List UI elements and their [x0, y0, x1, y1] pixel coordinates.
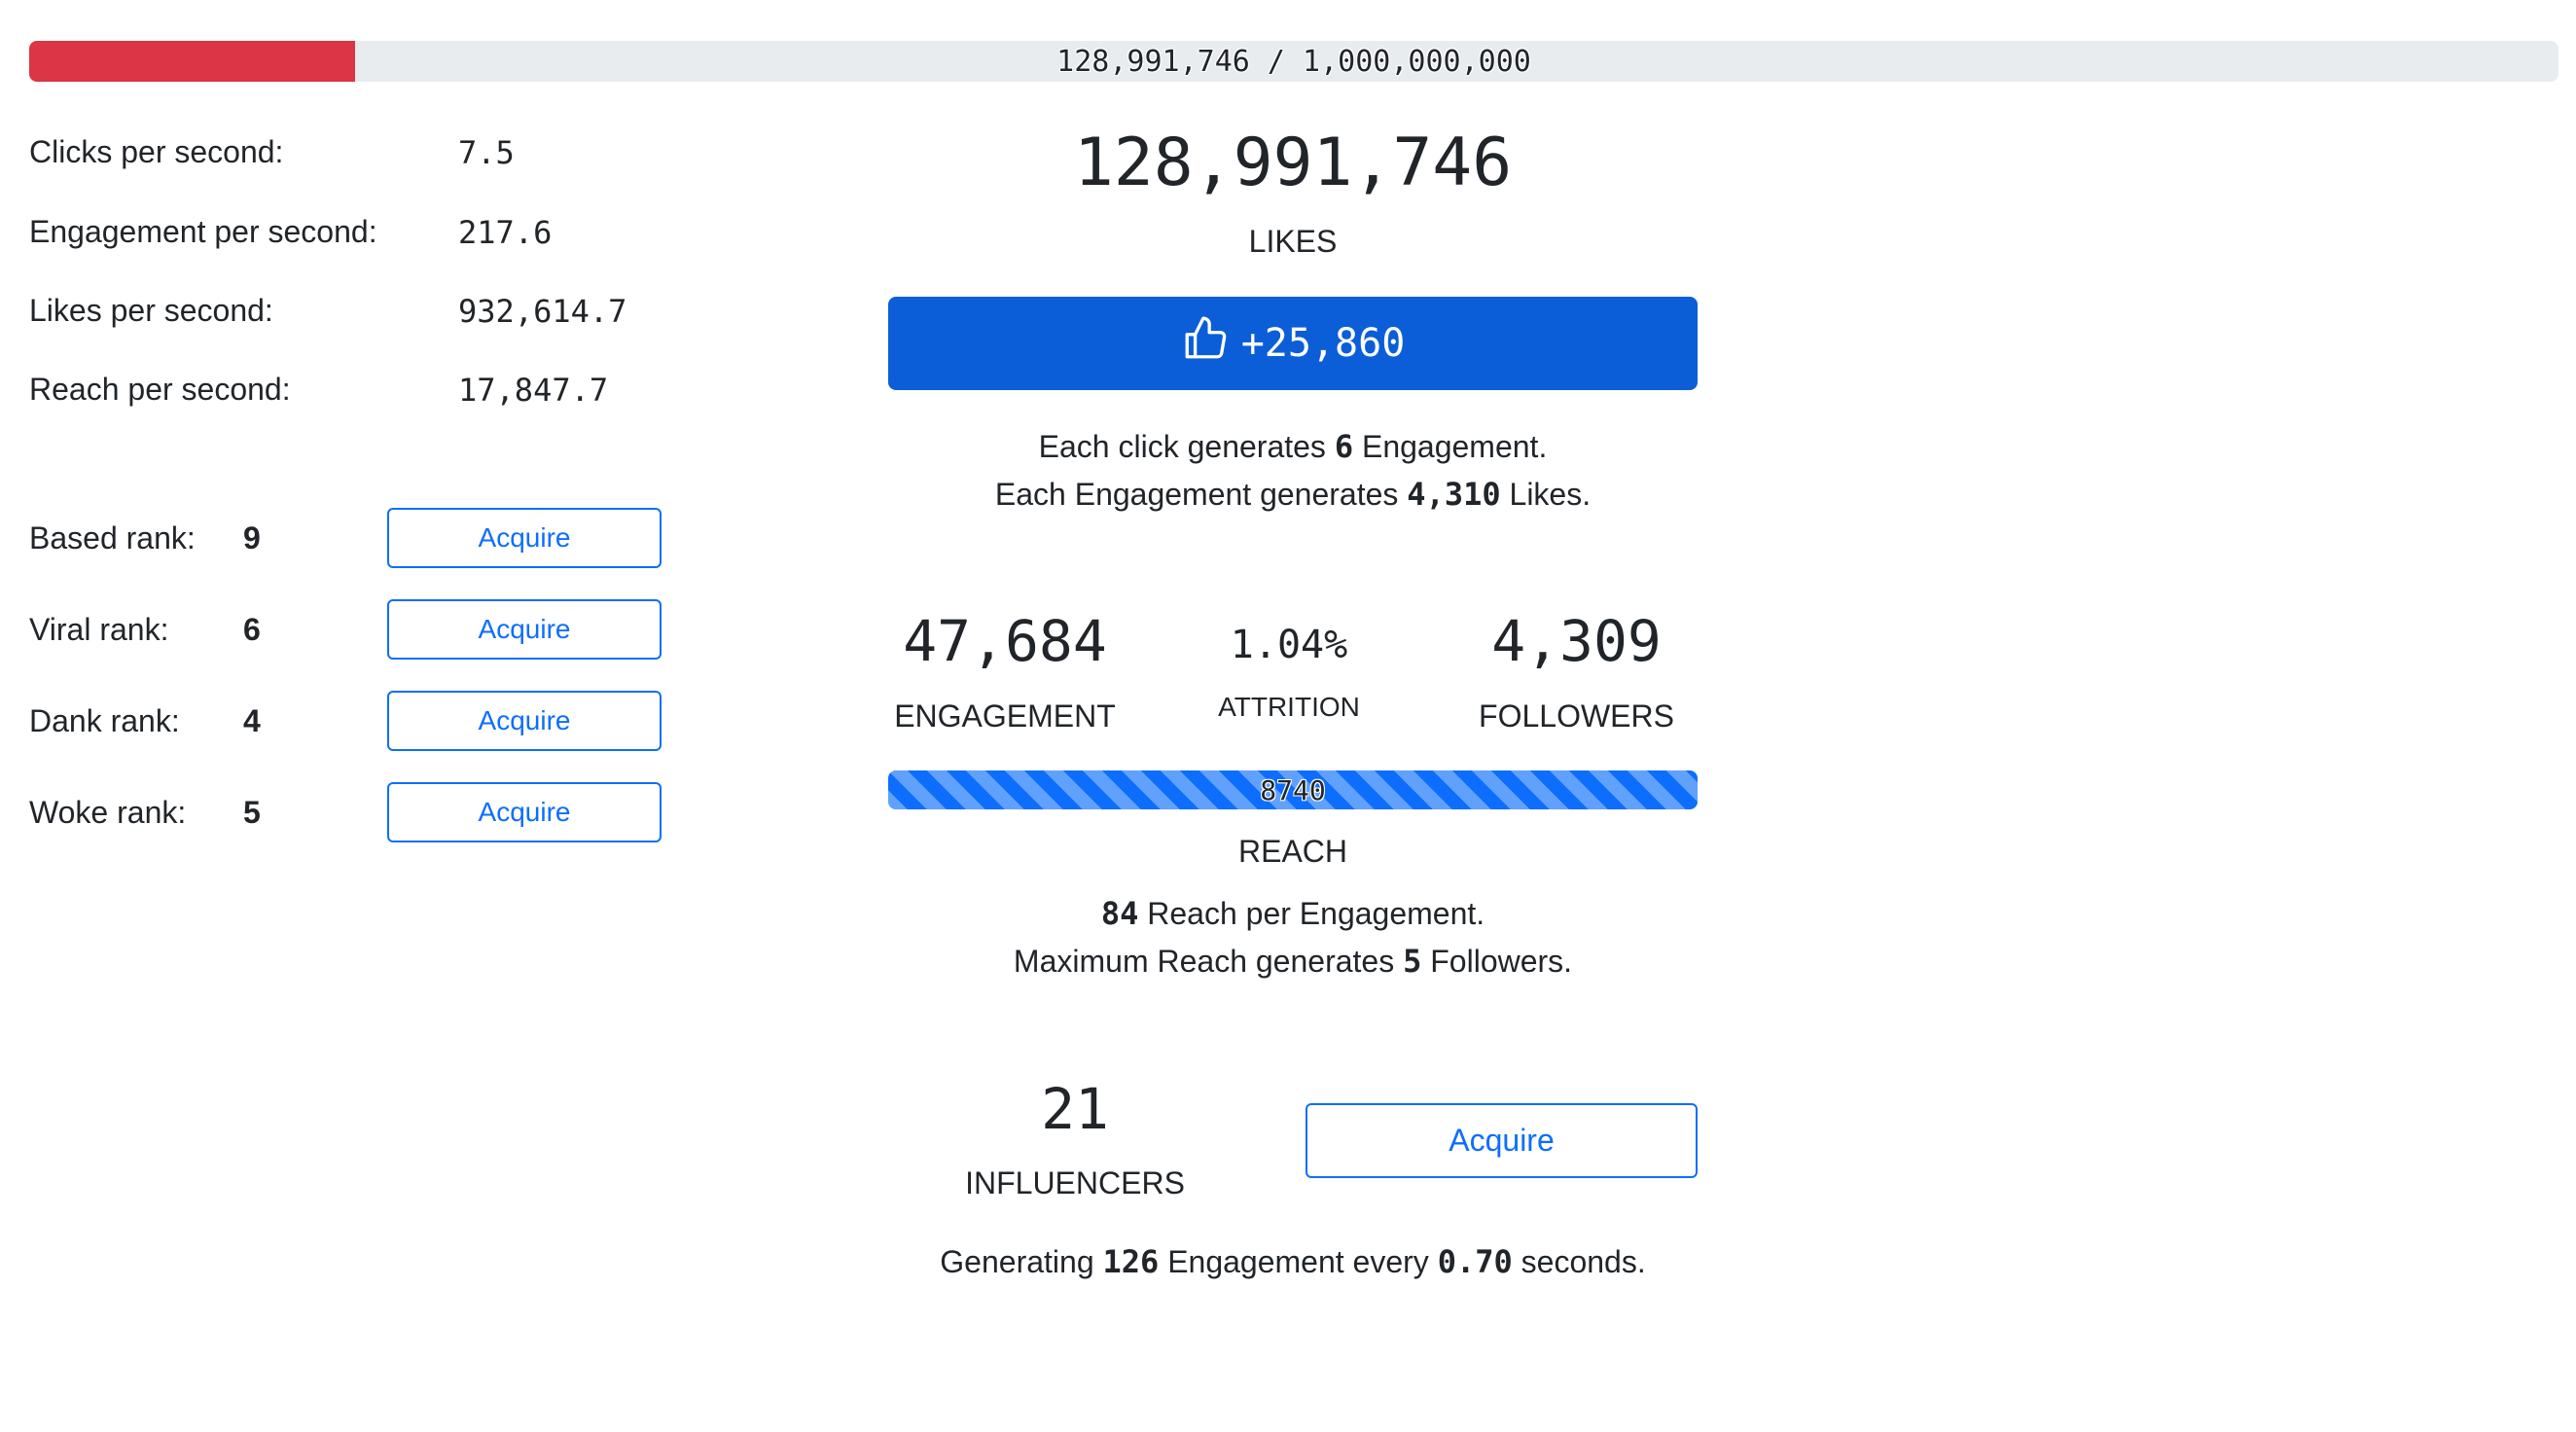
attrition-value: 1.04% [1230, 623, 1348, 667]
acquire-based-rank-button[interactable]: Acquire [387, 508, 662, 568]
generating-info: Generating 126 Engagement every 0.70 sec… [681, 1243, 1905, 1280]
reach-label: REACH [1237, 834, 1347, 869]
clicks-per-second-value: 7.5 [458, 134, 515, 171]
attrition-label: ATTRITION [1218, 692, 1360, 722]
viral-rank-value: 6 [243, 612, 261, 647]
viral-rank-label: Viral rank: [29, 612, 169, 647]
max-reach-prefix: Maximum Reach generates [1013, 944, 1404, 979]
likes-per-second-label: Likes per second: [29, 293, 273, 328]
reach-info-line-2: Maximum Reach generates 5 Followers. [888, 943, 1698, 980]
likes-label: LIKES [1248, 224, 1338, 259]
total-likes-progress-bar: 128,991,746 / 1,000,000,000 [29, 41, 2558, 82]
click-info-line-1: Each click generates 6 Engagement. [888, 428, 1698, 465]
like-button-label: +25,860 [1240, 321, 1406, 366]
engagement-per-click-value: 6 [1334, 428, 1354, 465]
click-info-line-2: Each Engagement generates 4,310 Likes. [888, 476, 1698, 513]
followers-from-max-reach-value: 5 [1403, 943, 1422, 980]
max-reach-suffix: Followers. [1421, 944, 1573, 979]
likes-per-second-value: 932,614.7 [458, 293, 627, 330]
likes-count: 128,991,746 [1073, 125, 1513, 201]
generating-middle: Engagement every [1159, 1244, 1438, 1279]
generating-prefix: Generating [940, 1244, 1103, 1279]
dank-rank-label: Dank rank: [29, 703, 180, 738]
acquire-influencer-button[interactable]: Acquire [1306, 1103, 1698, 1178]
engagement-info-prefix: Each Engagement generates [994, 477, 1408, 512]
reach-per-second-value: 17,847.7 [458, 372, 609, 409]
engagement-per-second-value: 217.6 [458, 214, 553, 251]
engagement-value: 47,684 [903, 608, 1107, 674]
engagement-info-suffix: Likes. [1500, 477, 1592, 512]
dank-rank-value: 4 [243, 703, 261, 738]
reach-progress-bar: 8740 [888, 770, 1698, 809]
woke-rank-label: Woke rank: [29, 795, 187, 830]
acquire-dank-rank-button[interactable]: Acquire [387, 691, 662, 751]
acquire-woke-rank-button[interactable]: Acquire [387, 782, 662, 842]
engagement-label: ENGAGEMENT [894, 698, 1116, 734]
reach-per-second-label: Reach per second: [29, 372, 291, 407]
like-button[interactable]: +25,860 [888, 297, 1698, 390]
based-rank-value: 9 [243, 520, 261, 555]
generating-suffix: seconds. [1512, 1244, 1646, 1279]
reach-per-engagement-value: 84 [1100, 895, 1139, 932]
influencers-label: INFLUENCERS [965, 1165, 1185, 1200]
influencers-count: 21 [1041, 1076, 1109, 1142]
reach-progress-text: 8740 [1260, 773, 1326, 806]
engagement-per-second-label: Engagement per second: [29, 214, 377, 249]
based-rank-label: Based rank: [29, 520, 196, 555]
reach-info-suffix: Reach per Engagement. [1138, 896, 1485, 931]
click-info-suffix: Engagement. [1353, 429, 1548, 464]
followers-value: 4,309 [1491, 608, 1662, 674]
generation-interval-value: 0.70 [1437, 1243, 1513, 1280]
thumbs-up-icon [1181, 314, 1241, 373]
click-info-prefix: Each click generates [1038, 429, 1335, 464]
likes-per-engagement-value: 4,310 [1407, 476, 1501, 513]
woke-rank-value: 5 [243, 795, 261, 830]
acquire-viral-rank-button[interactable]: Acquire [387, 599, 662, 660]
followers-label: FOLLOWERS [1479, 698, 1674, 734]
reach-info-line-1: 84 Reach per Engagement. [888, 895, 1698, 932]
total-likes-progress-text: 128,991,746 / 1,000,000,000 [1056, 44, 1531, 79]
clicks-per-second-label: Clicks per second: [29, 134, 284, 169]
generated-engagement-value: 126 [1102, 1243, 1160, 1280]
